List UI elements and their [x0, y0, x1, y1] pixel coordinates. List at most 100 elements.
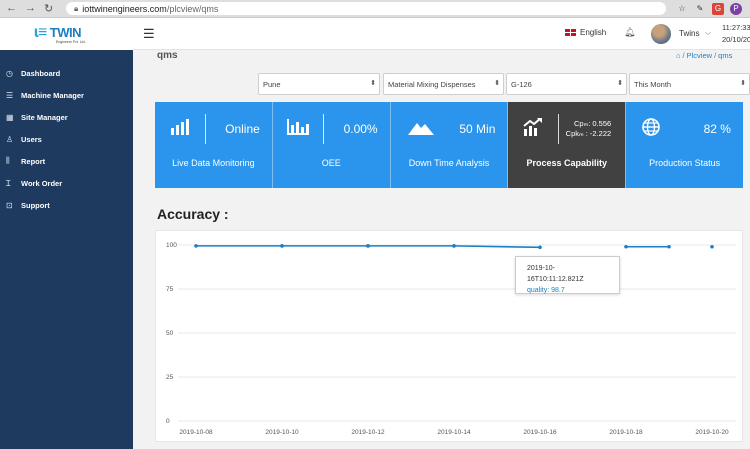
device-select[interactable]: G-126 ⬍	[506, 73, 627, 95]
card-label: OEE	[321, 158, 341, 168]
y-tick-label: 75	[166, 286, 174, 293]
extension-icon[interactable]: G	[712, 2, 724, 15]
x-tick-label: 2019-10-12	[351, 429, 385, 436]
y-tick-label: 50	[166, 330, 174, 337]
period-select[interactable]: This Month ⬍	[629, 73, 750, 95]
back-icon[interactable]: ←	[6, 2, 17, 15]
card-production-status[interactable]: 82 % Production Status	[626, 102, 743, 188]
globe-icon	[626, 117, 676, 141]
tooltip-timestamp: 2019-10-16T10:11:12.821Z	[527, 265, 584, 283]
profile-icon[interactable]: P	[730, 2, 742, 15]
card-process-capability[interactable]: Cpₘ: 0.556 Cpkₘ : -2.222 Process Capabil…	[508, 102, 627, 188]
chevron-down-icon[interactable]: ⌵	[705, 28, 711, 38]
star-icon[interactable]: ☆	[676, 3, 688, 15]
sidebar-item-report[interactable]: ⫼ Report	[0, 150, 133, 172]
card-label: Production Status	[649, 158, 721, 168]
card-down-time-analysis[interactable]: 50 Min Down Time Analysis	[390, 102, 509, 188]
browser-toolbar: ← → ↻ 🔒︎ iottwinengineers.com/plcview/qm…	[0, 0, 750, 18]
y-tick-label: 0	[166, 418, 170, 425]
sidebar-item-label: Dashboard	[21, 68, 61, 78]
accuracy-chart: 0 25 50 75 100 2019-10-08 2019-10-10 2019-10-12…	[155, 230, 743, 442]
sidebar-item-label: Users	[21, 134, 42, 144]
language-label: English	[580, 28, 607, 37]
breadcrumb-qms: qms	[718, 51, 733, 60]
x-tick-label: 2019-10-20	[695, 429, 729, 436]
bell-icon[interactable]: 🔔︎	[624, 27, 635, 38]
sidebar-item-label: Site Manager	[21, 112, 68, 122]
card-value: 50 Min	[459, 122, 496, 136]
username[interactable]: Twins	[679, 29, 699, 38]
card-value: 82 %	[703, 122, 731, 136]
signal-bars-icon	[155, 118, 205, 140]
card-live-data-monitoring[interactable]: Online Live Data Monitoring	[155, 102, 273, 188]
machine-select-value: Material Mixing Dispenses	[388, 79, 476, 89]
lock-icon: 🔒︎	[74, 3, 79, 13]
card-label: Process Capability	[526, 158, 608, 168]
cpkm-value: Cpkₘ : -2.222	[565, 129, 612, 138]
period-select-value: This Month	[634, 79, 672, 89]
data-point	[366, 244, 370, 248]
reload-icon[interactable]: ↻	[44, 2, 53, 15]
sidebar-item-label: Support	[21, 200, 50, 210]
location-select[interactable]: Pune ⬍	[258, 73, 380, 95]
card-oee[interactable]: 0.00% OEE	[272, 102, 391, 188]
x-tick-label: 2019-10-08	[179, 429, 213, 436]
logo-glyph-icon: ɩ≡	[34, 24, 47, 41]
bar-chart-icon: ⫼	[6, 156, 10, 165]
sidebar-item-label: Work Order	[21, 178, 63, 188]
breadcrumb-plcview[interactable]: Plcview	[687, 51, 712, 60]
top-bar: ☰ English 🔔︎ Twins ⌵ 11:27:33 20/10/20	[133, 18, 750, 50]
clock-icon: ◷	[6, 68, 13, 78]
data-point	[710, 244, 714, 249]
inbox-icon: ⊡	[6, 200, 13, 210]
chart-tooltip: 2019-10-16T10:11:12.821Z quality: 98.7	[515, 256, 620, 294]
data-point	[452, 244, 456, 248]
language-selector[interactable]: English	[565, 28, 606, 37]
sidebar-item-users[interactable]: ♙ Users	[0, 128, 133, 150]
url-path: /plcview/qms	[166, 3, 219, 14]
machine-select[interactable]: Material Mixing Dispenses ⬍	[383, 73, 504, 95]
browser-extensions: ☆ ✎ G P	[676, 2, 742, 15]
bar-chart-icon	[273, 118, 323, 140]
cpm-value: Cpₘ: 0.556	[573, 119, 612, 128]
pen-icon[interactable]: ✎	[694, 3, 706, 15]
x-tick-label: 2019-10-16	[523, 429, 557, 436]
y-tick-label: 25	[166, 374, 174, 381]
sidebar-item-dashboard[interactable]: ◷ Dashboard	[0, 62, 133, 84]
card-value: Online	[225, 122, 260, 136]
logo-text: ɩ≡ TWIN	[34, 24, 82, 41]
hamburger-menu-icon[interactable]: ☰	[143, 26, 155, 42]
browser-nav: ← → ↻	[0, 2, 64, 15]
url-host: iottwinengineers.com	[82, 3, 167, 14]
list-icon: ☰	[6, 90, 14, 100]
sidebar-item-site-manager[interactable]: ▦ Site Manager	[0, 106, 133, 128]
accuracy-chart-svg: 0 25 50 75 100 2019-10-08 2019-10-10 2019-10-12…	[166, 242, 736, 436]
data-point	[538, 245, 542, 250]
trend-up-icon	[508, 116, 558, 141]
sidebar-item-work-order[interactable]: Ɪ Work Order	[0, 172, 133, 194]
x-tick-label: 2019-10-18	[609, 429, 643, 436]
card-label: Down Time Analysis	[408, 158, 490, 168]
logo-subtext: Engineers Pvt. Ltd.	[56, 40, 86, 44]
tooltip-value: quality: 98.7	[527, 287, 565, 294]
select-arrows-icon: ⬍	[617, 80, 623, 87]
kpi-cards: Online Live Data Monitoring 0.00% OEE 50…	[155, 102, 743, 188]
x-tick-label: 2019-10-10	[265, 429, 299, 436]
sidebar: ɩ≡ TWIN Engineers Pvt. Ltd. ◷ Dashboard ☰ M…	[0, 18, 133, 449]
select-arrows-icon: ⬍	[740, 80, 746, 87]
home-icon[interactable]: ⌂	[676, 51, 681, 60]
sidebar-item-machine-manager[interactable]: ☰ Machine Manager	[0, 84, 133, 106]
select-arrows-icon: ⬍	[494, 80, 500, 87]
mountain-icon	[391, 119, 451, 140]
breadcrumb: ⌂ / Plcview / qms	[676, 51, 733, 60]
clock-display: 11:27:33 20/10/20	[722, 22, 750, 46]
select-arrows-icon: ⬍	[370, 80, 376, 87]
address-bar[interactable]: 🔒︎ iottwinengineers.com/plcview/qms	[66, 2, 666, 15]
sidebar-item-support[interactable]: ⊡ Support	[0, 194, 133, 216]
avatar[interactable]	[651, 24, 671, 44]
text-cursor-icon: Ɪ	[6, 178, 11, 188]
series-line	[453, 245, 541, 249]
forward-icon[interactable]: →	[25, 2, 36, 15]
logo[interactable]: ɩ≡ TWIN Engineers Pvt. Ltd.	[0, 18, 133, 50]
data-point	[280, 244, 284, 248]
